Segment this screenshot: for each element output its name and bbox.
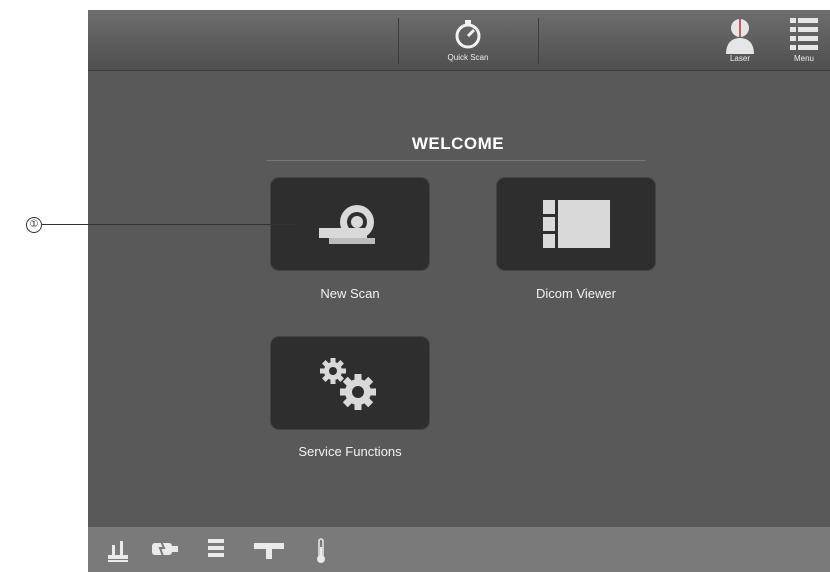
thermometer-icon <box>317 538 325 563</box>
dicom-viewer-button[interactable] <box>497 178 655 270</box>
menu-list-icon <box>790 18 818 50</box>
laser-label: Laser <box>729 54 750 63</box>
status-bar <box>88 526 830 572</box>
toolbar-divider <box>538 18 539 64</box>
laser-person-icon <box>726 19 754 54</box>
patient-table-icon <box>108 541 128 562</box>
menu-label: Menu <box>793 54 814 63</box>
menu-button[interactable]: Menu <box>782 14 826 68</box>
tube-icon <box>152 538 178 560</box>
dicom-viewer-label: Dicom Viewer <box>536 286 616 301</box>
service-functions-button[interactable] <box>271 337 429 429</box>
gears-icon <box>320 358 376 410</box>
laser-beam-icon <box>254 543 284 559</box>
detector-icon <box>208 539 224 557</box>
quick-scan-button[interactable]: Quick Scan <box>428 14 508 68</box>
callout-number: ① <box>26 217 42 233</box>
service-functions-label: Service Functions <box>298 444 402 459</box>
welcome-heading: WELCOME <box>411 134 505 153</box>
new-scan-label: New Scan <box>320 286 380 301</box>
quick-scan-label: Quick Scan <box>447 53 489 62</box>
top-toolbar: Quick Scan Laser Menu <box>88 10 830 71</box>
app-screen: Quick Scan Laser Menu WELCOME New Scan D… <box>88 10 830 572</box>
toolbar-divider <box>398 18 399 64</box>
laser-button[interactable]: Laser <box>718 14 762 68</box>
quick-scan-icon <box>455 20 481 49</box>
dicom-viewer-icon <box>543 200 610 248</box>
callout-leader-line <box>42 224 298 225</box>
heading-divider <box>266 160 646 161</box>
